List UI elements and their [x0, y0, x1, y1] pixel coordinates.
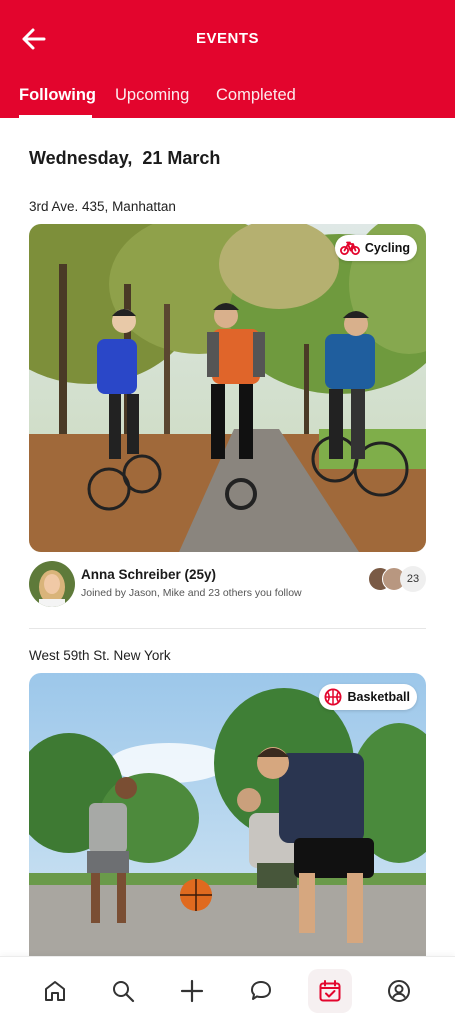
- nav-create[interactable]: [170, 969, 214, 1013]
- nav-home[interactable]: [33, 969, 77, 1013]
- cycling-photo: [29, 224, 426, 552]
- chat-bubble-icon: [251, 981, 271, 1000]
- avatar[interactable]: [29, 561, 75, 607]
- basketball-icon: [324, 688, 342, 706]
- date-heading: Wednesday, 21 March: [29, 148, 221, 168]
- bicycle-icon: [339, 241, 360, 255]
- page-title: EVENTS: [195, 30, 259, 47]
- tab-bar: Following Upcoming Completed: [0, 86, 455, 118]
- tab-upcoming[interactable]: Upcoming: [115, 86, 189, 105]
- calendar-check-icon: [319, 980, 341, 1002]
- category-tag-label: Basketball: [347, 690, 410, 704]
- tab-completed[interactable]: Completed: [216, 86, 296, 105]
- event-divider: [29, 628, 426, 629]
- category-tag-basketball: Basketball: [319, 684, 417, 710]
- category-tag-label: Cycling: [364, 241, 410, 255]
- nav-events[interactable]: [308, 969, 352, 1013]
- event-address: West 59th St. New York: [29, 648, 171, 663]
- category-tag-cycling: Cycling: [334, 235, 417, 261]
- bottom-navigation: [0, 956, 455, 1025]
- host-name: Anna Schreiber (25y): [81, 567, 217, 582]
- home-icon: [45, 981, 65, 1001]
- nav-profile[interactable]: [377, 969, 421, 1013]
- basketball-photo: [29, 673, 426, 973]
- active-tab-indicator: [19, 115, 92, 118]
- event-photo-cycling[interactable]: Cycling: [29, 224, 426, 552]
- tab-following[interactable]: Following: [19, 86, 96, 105]
- event-address: 3rd Ave. 435, Manhattan: [29, 199, 176, 214]
- app-header: EVENTS Following Upcoming Completed: [0, 0, 455, 118]
- host-avatar-image: [29, 561, 75, 607]
- followers-count: 23: [400, 566, 426, 592]
- plus-icon: [180, 979, 204, 1003]
- user-circle-icon: [388, 980, 410, 1002]
- host-subtitle: Joined by Jason, Mike and 23 others you …: [81, 587, 302, 599]
- search-icon: [113, 981, 135, 1003]
- event-photo-basketball[interactable]: Basketball: [29, 673, 426, 973]
- followers-group[interactable]: 23: [364, 565, 426, 593]
- nav-messages[interactable]: [239, 969, 283, 1013]
- event-host-row[interactable]: Anna Schreiber (25y) Joined by Jason, Mi…: [29, 561, 426, 609]
- nav-search[interactable]: [101, 969, 145, 1013]
